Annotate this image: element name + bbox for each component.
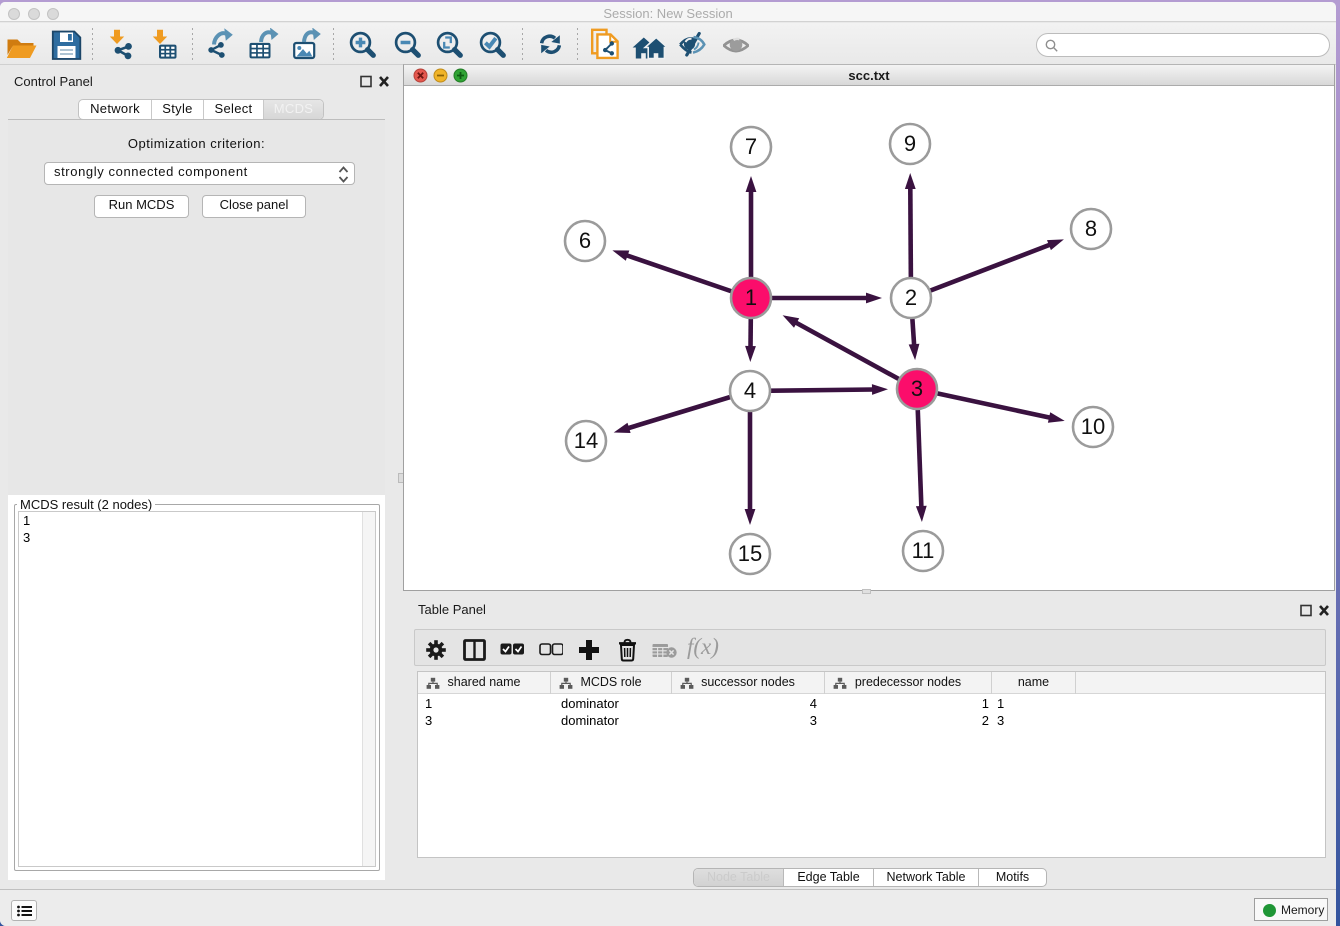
svg-text:1: 1: [745, 285, 757, 310]
svg-text:8: 8: [1085, 216, 1097, 241]
svg-text:7: 7: [745, 134, 757, 159]
svg-text:15: 15: [738, 541, 762, 566]
svg-text:2: 2: [905, 285, 917, 310]
svg-text:6: 6: [579, 228, 591, 253]
svg-text:11: 11: [912, 538, 935, 563]
svg-text:4: 4: [744, 378, 756, 403]
svg-text:9: 9: [904, 131, 916, 156]
svg-text:10: 10: [1081, 414, 1105, 439]
svg-text:3: 3: [911, 376, 923, 401]
svg-text:14: 14: [574, 428, 598, 453]
